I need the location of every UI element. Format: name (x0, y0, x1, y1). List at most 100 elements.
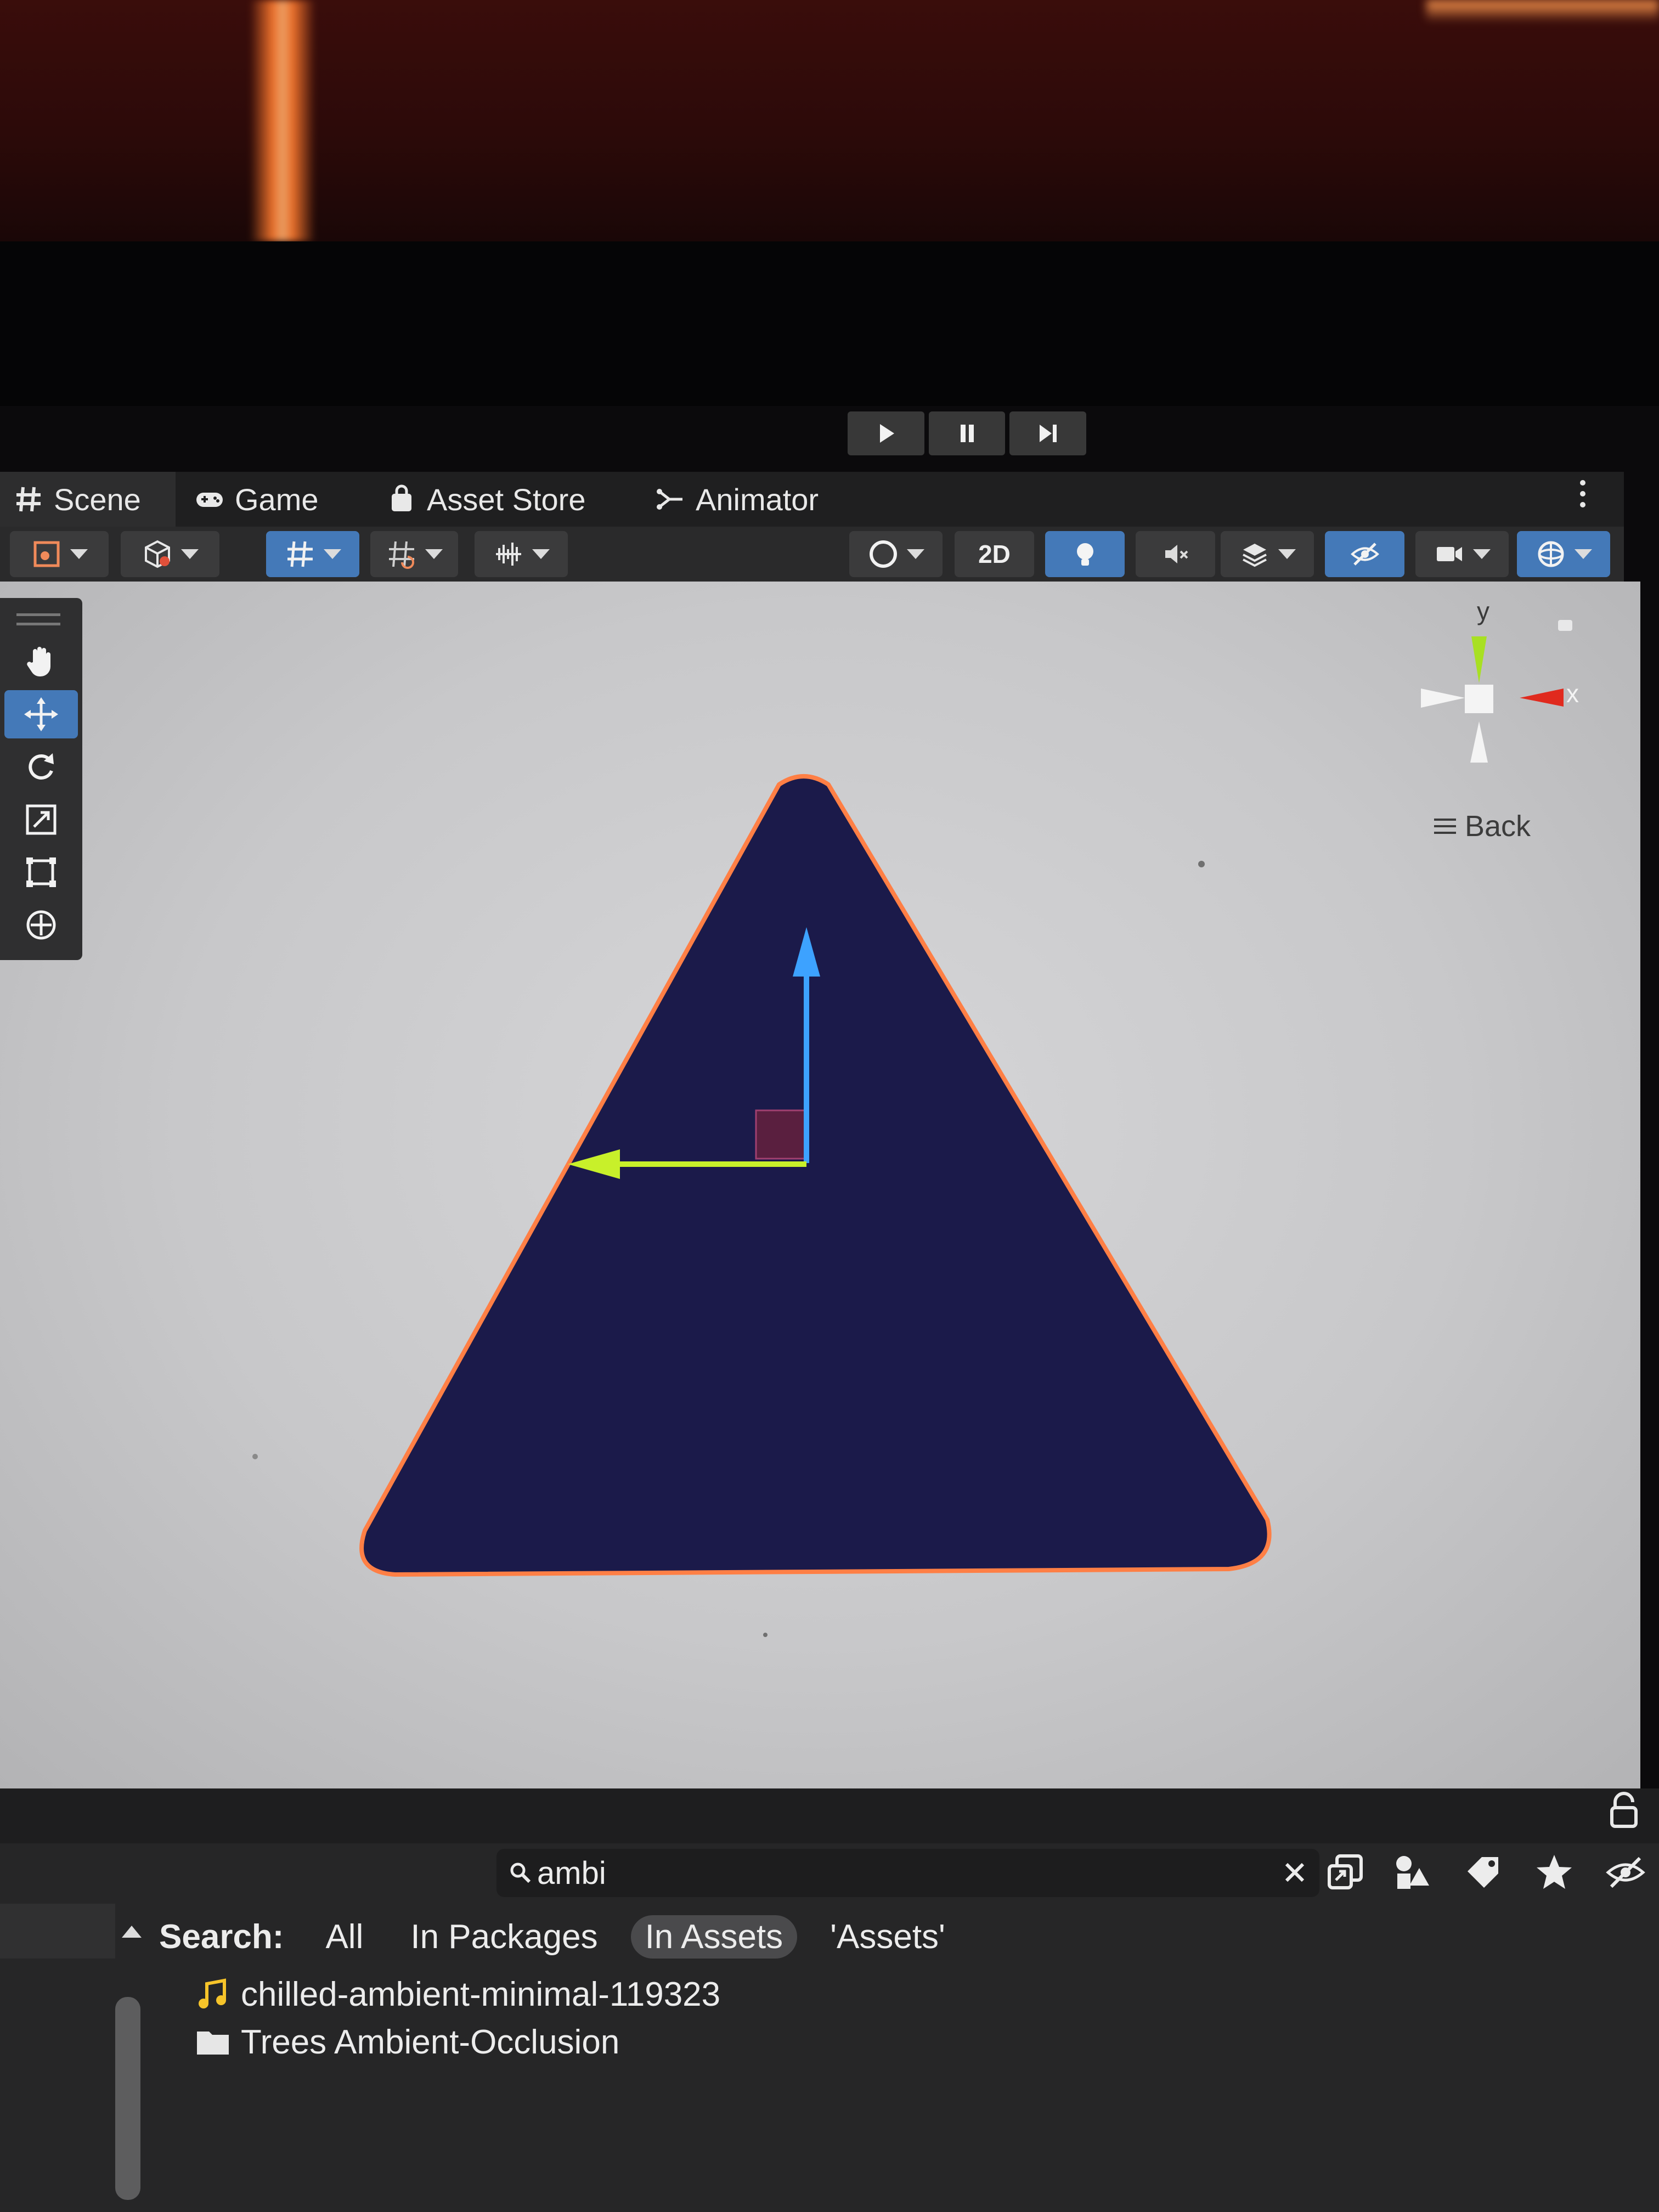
led-light-strip (250, 0, 315, 241)
tab-animator[interactable]: Animator (642, 472, 850, 527)
play-icon (879, 424, 894, 443)
audio-clip-icon (199, 1978, 226, 2008)
gizmos-dropdown[interactable] (1517, 531, 1610, 577)
grid-snap-icon (287, 541, 313, 567)
tab-asset-store[interactable]: Asset Store (373, 472, 603, 527)
hand-icon (27, 647, 50, 676)
kebab-menu-icon (1580, 480, 1585, 507)
gizmo-negative-x-cone[interactable] (1421, 689, 1465, 708)
step-button[interactable] (1009, 411, 1087, 455)
transform-icon (26, 910, 56, 940)
scene-canvas (252, 774, 1272, 1637)
gizmo-center-cube[interactable] (1465, 685, 1493, 713)
scene-viewport[interactable] (0, 582, 1640, 1788)
chevron-down-icon (324, 549, 341, 559)
increment-snap-dropdown[interactable] (370, 531, 458, 577)
tab-game[interactable]: Game (181, 472, 346, 527)
scene-view-toolbar: 2D (0, 527, 1624, 582)
scale-icon (26, 804, 57, 835)
scale-tool-button[interactable] (4, 795, 78, 844)
gizmo-y-cone[interactable] (1471, 636, 1487, 683)
clear-search-icon[interactable] (1281, 1859, 1308, 1886)
audio-waveform-dropdown[interactable] (475, 531, 568, 577)
tab-label: Animator (696, 482, 819, 517)
hand-tool-button[interactable] (4, 637, 78, 686)
tab-scene[interactable]: Scene (0, 472, 176, 527)
tab-more-menu-button[interactable] (1569, 472, 1596, 516)
room-background (0, 0, 1659, 241)
move-plane-handle[interactable] (755, 1109, 808, 1160)
transform-tool-button[interactable] (4, 901, 78, 949)
shading-mode-dropdown[interactable] (849, 531, 943, 577)
result-name: Trees Ambient-Occlusion (241, 2023, 620, 2061)
search-scope-filters: Search: All In Packages In Assets 'Asset… (159, 1909, 978, 1964)
search-icon (510, 1863, 531, 1883)
project-panel-header (0, 1788, 1659, 1843)
grid-icon (16, 487, 41, 512)
waveform-icon (496, 543, 521, 566)
dust-speck (1198, 861, 1205, 867)
gizmo-y-label: y (1477, 598, 1489, 625)
filter-by-type-icon[interactable] (1391, 1852, 1432, 1893)
monitor-bezel (0, 241, 1659, 406)
lightbulb-icon (1076, 543, 1093, 566)
lighting-toggle[interactable] (1045, 531, 1125, 577)
grid-snap-toggle[interactable] (266, 531, 359, 577)
2d-toggle[interactable]: 2D (955, 531, 1034, 577)
audio-toggle[interactable] (1136, 531, 1215, 577)
gizmo-negative-y-cone[interactable] (1470, 721, 1488, 763)
editor-tab-bar: Scene Game Asset Store Animator (0, 472, 1624, 527)
hidden-packages-icon[interactable] (1605, 1852, 1646, 1893)
render-mode-dropdown[interactable] (121, 531, 219, 577)
play-button[interactable] (848, 411, 924, 455)
draw-mode-dropdown[interactable] (10, 531, 109, 577)
sphere-icon (870, 540, 897, 568)
chevron-down-icon (907, 549, 924, 559)
chevron-down-icon (532, 549, 550, 559)
orientation-gizmo[interactable]: y x (1404, 598, 1602, 806)
scroll-up-arrow[interactable] (122, 1926, 142, 1938)
tab-label: Scene (54, 482, 141, 517)
tab-label: Game (235, 482, 319, 517)
step-icon (1040, 425, 1057, 442)
palette-grip-handle[interactable] (16, 613, 60, 625)
mute-icon (1165, 545, 1188, 563)
result-item-audio[interactable]: chilled-ambient-minimal-119323 (195, 1972, 720, 2016)
hidden-eye-icon (1350, 543, 1379, 566)
move-tool-button[interactable] (4, 690, 78, 738)
gizmo-view-label[interactable]: Back (1432, 809, 1531, 843)
rect-tool-button[interactable] (4, 848, 78, 896)
gizmo-sphere-icon (1538, 541, 1564, 567)
led-light-glow (1426, 0, 1659, 22)
tool-palette (0, 598, 82, 960)
pause-icon (960, 425, 974, 442)
snap-grid-icon (389, 541, 414, 569)
chevron-down-icon (1575, 549, 1592, 559)
scene-camera-dropdown[interactable] (1415, 531, 1509, 577)
open-search-window-icon[interactable] (1325, 1852, 1367, 1893)
selected-triangle-sprite[interactable] (359, 774, 1272, 1577)
filter-all[interactable]: All (311, 1915, 377, 1959)
search-scope-label: Search: (159, 1917, 284, 1956)
draw-mode-icon (33, 541, 60, 567)
gizmo-x-cone[interactable] (1520, 689, 1564, 707)
menu-lines-icon (1434, 819, 1456, 834)
cube-icon (145, 540, 170, 568)
filter-in-packages[interactable]: In Packages (396, 1915, 612, 1959)
filter-assets-folder[interactable]: 'Assets' (816, 1915, 960, 1959)
dust-speck (252, 1454, 258, 1459)
filter-in-assets[interactable]: In Assets (630, 1915, 798, 1959)
pause-button[interactable] (928, 411, 1006, 455)
effects-dropdown[interactable] (1221, 531, 1314, 577)
favorite-star-icon[interactable] (1533, 1852, 1575, 1893)
move-icon (24, 697, 58, 731)
scene-visibility-toggle[interactable] (1325, 531, 1404, 577)
rotate-tool-button[interactable] (4, 743, 78, 791)
chevron-down-icon (181, 549, 199, 559)
result-item-folder[interactable]: Trees Ambient-Occlusion (195, 2020, 619, 2064)
project-search-input[interactable]: ambi (496, 1849, 1319, 1897)
lock-icon[interactable] (1607, 1791, 1640, 1830)
results-scrollbar[interactable] (115, 1997, 140, 2200)
filter-by-label-icon[interactable] (1462, 1852, 1504, 1893)
project-folder-pane (0, 1904, 115, 1959)
